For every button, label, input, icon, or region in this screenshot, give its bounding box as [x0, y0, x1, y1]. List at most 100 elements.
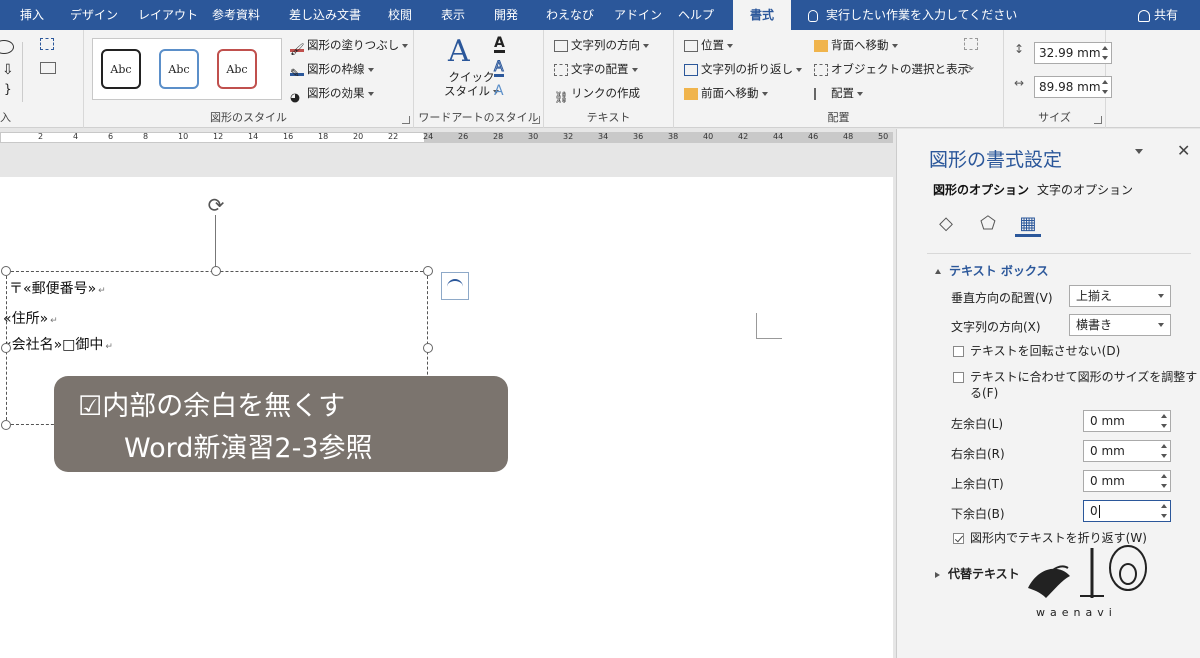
- wrap-text-icon: [684, 63, 698, 76]
- dialog-launcher-icon[interactable]: [1094, 116, 1102, 124]
- tab-addins[interactable]: アドイン: [614, 0, 662, 30]
- spinner-icon[interactable]: [1102, 80, 1109, 94]
- group-shape-styles-label: 図形のスタイル: [210, 111, 287, 124]
- section-textbox-label: テキスト ボックス: [949, 264, 1049, 278]
- ruler-number: 40: [703, 132, 714, 141]
- pane-options-chevron-icon[interactable]: [1135, 149, 1143, 154]
- group-objects-icon[interactable]: [964, 38, 978, 50]
- style-swatch-blue[interactable]: Abc: [159, 49, 199, 89]
- share-button[interactable]: 共有: [1138, 0, 1178, 30]
- resize-handle-bottom-left[interactable]: [1, 420, 11, 430]
- section-textbox-header[interactable]: テキスト ボックス: [935, 262, 1048, 279]
- rotate-objects-icon[interactable]: ⟳: [964, 62, 974, 76]
- shape-effects-button[interactable]: ◕ 図形の効果: [290, 84, 374, 104]
- dialog-launcher-icon[interactable]: [402, 116, 410, 124]
- send-backward-button[interactable]: 背面へ移動: [814, 36, 898, 54]
- bottom-margin-input[interactable]: 0: [1083, 500, 1171, 522]
- postal-code-line[interactable]: 〒«郵便番号» ↵: [9, 278, 106, 298]
- person-icon: [1138, 9, 1150, 22]
- layout-options-icon: [447, 279, 463, 293]
- tab-insert[interactable]: 挿入: [20, 0, 44, 30]
- align-button[interactable]: 配置: [814, 84, 863, 102]
- resize-handle-top-right[interactable]: [423, 266, 433, 276]
- resize-handle-right[interactable]: [423, 343, 433, 353]
- selection-pane-icon: [814, 63, 828, 76]
- resize-handle-left[interactable]: [1, 343, 11, 353]
- tab-text-options[interactable]: 文字のオプション: [1037, 181, 1133, 198]
- shape-height-input[interactable]: 32.99 mm: [1034, 42, 1112, 64]
- right-margin-input[interactable]: 0 mm: [1083, 440, 1171, 462]
- quick-style-button[interactable]: クイック スタイル: [444, 70, 499, 98]
- fill-line-icon[interactable]: ◇: [933, 211, 959, 237]
- top-margin-label: 上余白(T): [951, 477, 1004, 491]
- tab-format[interactable]: 書式: [733, 0, 791, 30]
- vertical-align-value: 上揃え: [1076, 289, 1113, 303]
- shape-width-input[interactable]: 89.98 mm: [1034, 76, 1112, 98]
- layout-properties-icon[interactable]: ▦: [1015, 211, 1041, 237]
- wordart-a-icon[interactable]: A: [448, 34, 470, 69]
- tab-view[interactable]: 表示: [441, 0, 465, 30]
- chevron-down-icon: [1158, 323, 1164, 327]
- text-direction-button[interactable]: 文字列の方向: [554, 36, 649, 54]
- oval-shape-icon[interactable]: [0, 40, 14, 54]
- edit-shape-icon[interactable]: [40, 38, 54, 50]
- style-swatch-red[interactable]: Abc: [217, 49, 257, 89]
- layout-options-button[interactable]: [441, 272, 469, 300]
- spinner-icon[interactable]: [1161, 504, 1168, 518]
- tab-developer[interactable]: 開発: [494, 0, 518, 30]
- selection-pane-button[interactable]: オブジェクトの選択と表示: [814, 60, 969, 78]
- paragraph-mark: ↵: [50, 316, 58, 326]
- shape-outline-label: 図形の枠線: [307, 62, 365, 76]
- spinner-icon[interactable]: [1161, 414, 1168, 428]
- ruler-number: 12: [213, 132, 224, 141]
- tab-waenavi[interactable]: わえなび: [546, 0, 594, 30]
- style-swatch-black[interactable]: Abc: [101, 49, 141, 89]
- tab-shape-options[interactable]: 図形のオプション: [933, 181, 1029, 198]
- text-direction-select[interactable]: 横書き: [1069, 314, 1171, 336]
- ruler-number: 4: [73, 132, 79, 141]
- section-alt-text-header[interactable]: 代替テキスト: [935, 565, 1020, 582]
- shape-fill-button[interactable]: 🖌 図形の塗りつぶし: [290, 36, 409, 56]
- effects-pentagon-icon[interactable]: ⬠: [975, 211, 1001, 237]
- brace-shape-icon[interactable]: }: [4, 82, 12, 96]
- vertical-align-select[interactable]: 上揃え: [1069, 285, 1171, 307]
- text-outline-icon[interactable]: A: [494, 60, 504, 77]
- left-margin-input[interactable]: 0 mm: [1083, 410, 1171, 432]
- gallery-scroll[interactable]: [22, 42, 30, 102]
- arrow-shape-icon[interactable]: ⇩: [2, 62, 14, 78]
- company-line[interactable]: «会社名»□御中 ↵: [3, 334, 113, 354]
- tab-review[interactable]: 校閲: [388, 0, 412, 30]
- quick-style-label-1: クイック: [448, 70, 495, 84]
- textbox-draw-icon[interactable]: [40, 62, 56, 74]
- address-line[interactable]: «住所» ↵: [3, 308, 58, 328]
- tab-mailings[interactable]: 差し込み文書: [289, 0, 361, 30]
- position-label: 位置: [701, 38, 724, 52]
- resize-handle-top-left[interactable]: [1, 266, 11, 276]
- position-button[interactable]: 位置: [684, 36, 733, 54]
- text-fill-icon[interactable]: A: [494, 36, 505, 53]
- create-link-button[interactable]: ⛓ リンクの作成: [554, 84, 640, 104]
- tab-layout[interactable]: レイアウト: [138, 0, 198, 30]
- spinner-icon[interactable]: [1161, 444, 1168, 458]
- dialog-launcher-icon[interactable]: [532, 116, 540, 124]
- spinner-icon[interactable]: [1161, 474, 1168, 488]
- horizontal-ruler[interactable]: 2 4 6 8 10 12 14 16 18 20 22 24 26 28 30 32 34 36 38 40 42 44…: [0, 129, 895, 146]
- resize-handle-top[interactable]: [211, 266, 221, 276]
- text-effects-icon[interactable]: A: [494, 84, 504, 98]
- width-icon: ↔: [1014, 76, 1025, 90]
- spinner-icon[interactable]: [1102, 46, 1109, 60]
- tab-help[interactable]: ヘルプ: [678, 0, 714, 30]
- tab-references[interactable]: 参考資料: [212, 0, 260, 30]
- paragraph-mark: ↵: [98, 286, 106, 296]
- close-icon[interactable]: ✕: [1177, 141, 1190, 160]
- tell-me-box[interactable]: 実行したい作業を入力してください: [808, 0, 1017, 30]
- resize-shape-checkbox[interactable]: テキストに合わせて図形のサイズを調整す: [953, 369, 1197, 385]
- bring-forward-button[interactable]: 前面へ移動: [684, 84, 768, 102]
- no-rotate-checkbox[interactable]: テキストを回転させない(D): [953, 343, 1120, 359]
- text-align-button[interactable]: 文字の配置: [554, 60, 638, 78]
- rotate-handle-icon[interactable]: ⟳: [205, 194, 227, 216]
- shape-outline-button[interactable]: ✎ 図形の枠線: [290, 60, 374, 80]
- tab-design[interactable]: デザイン: [70, 0, 118, 30]
- wrap-text-button[interactable]: 文字列の折り返し: [684, 60, 802, 78]
- top-margin-input[interactable]: 0 mm: [1083, 470, 1171, 492]
